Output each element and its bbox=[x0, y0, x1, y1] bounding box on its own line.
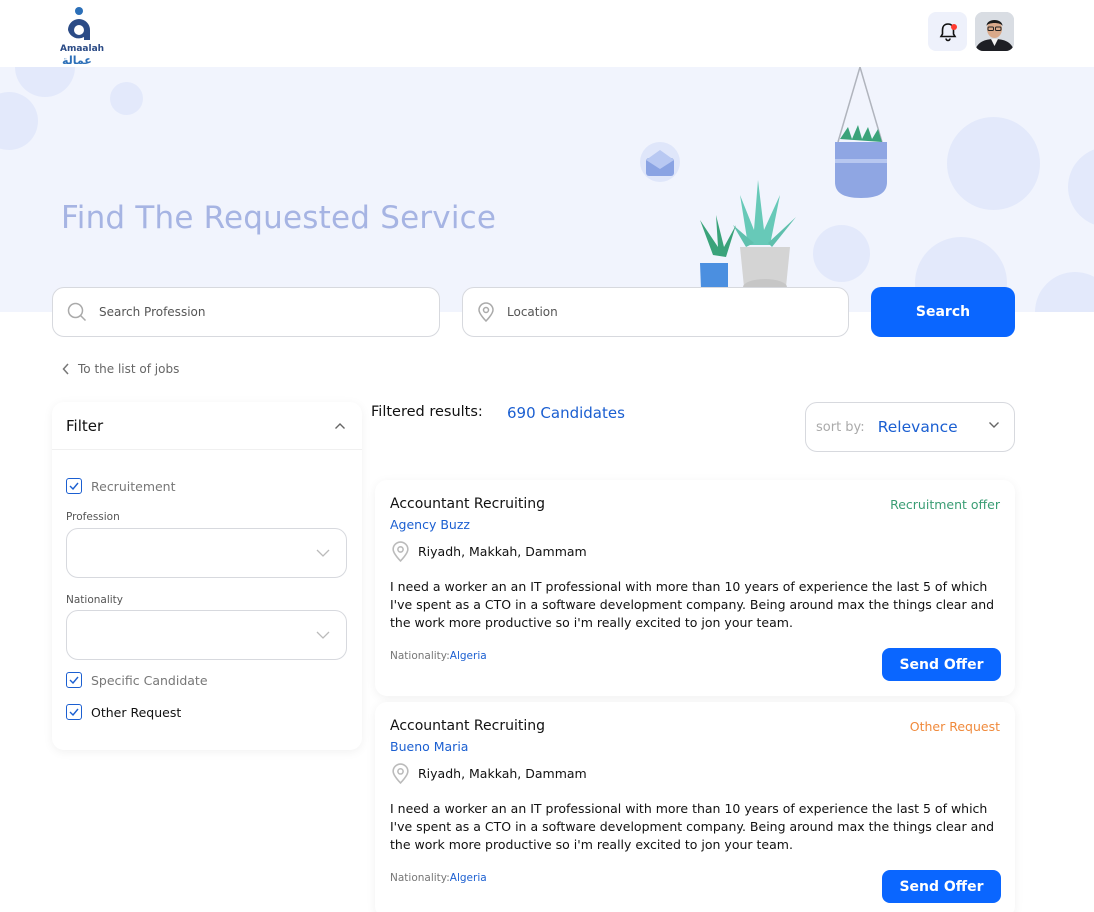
logo-arabic: عمالة bbox=[62, 54, 92, 67]
decor-circle bbox=[1068, 147, 1094, 227]
job-title: Accountant Recruiting bbox=[390, 496, 545, 512]
nationality-info: Nationality:Algeria bbox=[390, 650, 487, 662]
job-location: Riyadh, Makkah, Dammam bbox=[391, 541, 587, 562]
job-title: Accountant Recruiting bbox=[390, 718, 545, 734]
job-description: I need a worker an an IT professional wi… bbox=[390, 801, 995, 852]
envelope-decor-icon bbox=[640, 142, 680, 182]
decor-circle bbox=[947, 117, 1040, 210]
hanging-plant-icon bbox=[835, 67, 887, 198]
location-text: Riyadh, Makkah, Dammam bbox=[418, 766, 587, 781]
recruitment-label: Recruitement bbox=[91, 478, 176, 494]
nationality-value: Algeria bbox=[449, 872, 487, 884]
job-location: Riyadh, Makkah, Dammam bbox=[391, 763, 587, 784]
other-request-label: Other Request bbox=[91, 704, 182, 720]
top-bar: Amaalah عمالة bbox=[0, 0, 1094, 67]
chevron-down-icon bbox=[989, 422, 999, 428]
user-avatar[interactable] bbox=[975, 12, 1014, 51]
notifications-button[interactable] bbox=[928, 12, 967, 51]
avatar-image bbox=[975, 12, 1014, 51]
location-search-input[interactable] bbox=[507, 305, 807, 319]
request-type-badge: Recruitment offer bbox=[890, 497, 1000, 512]
chevron-down-icon bbox=[316, 549, 330, 557]
search-icon bbox=[67, 302, 87, 322]
decor-circle bbox=[0, 92, 38, 150]
sort-label: sort by: bbox=[816, 419, 865, 435]
recruitment-checkbox[interactable] bbox=[66, 478, 82, 494]
decor-circle bbox=[15, 67, 75, 97]
decor-circle bbox=[813, 225, 870, 282]
recruitment-checkbox-row[interactable]: Recruitement bbox=[66, 478, 176, 494]
page-title: Find The Requested Service bbox=[61, 200, 497, 236]
filter-title: Filter bbox=[66, 416, 104, 435]
nationality-select[interactable] bbox=[66, 610, 347, 660]
logo-mark-icon bbox=[68, 7, 90, 40]
nationality-label: Nationality: bbox=[390, 650, 450, 662]
search-button[interactable]: Search bbox=[871, 287, 1015, 337]
filter-header[interactable]: Filter bbox=[52, 402, 362, 450]
nationality-label: Nationality bbox=[66, 594, 124, 606]
job-card[interactable]: Accountant Recruiting Agency Buzz Recrui… bbox=[375, 480, 1015, 696]
results-label: Filtered results: bbox=[371, 404, 483, 420]
specific-candidate-checkbox[interactable] bbox=[66, 672, 82, 688]
sort-dropdown[interactable]: sort by: Relevance bbox=[805, 402, 1015, 452]
location-search-box[interactable] bbox=[462, 287, 849, 337]
notification-dot bbox=[951, 24, 957, 30]
amaalah-logo[interactable]: Amaalah عمالة bbox=[58, 6, 105, 67]
location-pin-icon bbox=[392, 541, 409, 562]
filter-panel: Filter Recruitement Profession Nationali… bbox=[52, 402, 362, 750]
request-type-badge: Other Request bbox=[909, 719, 1000, 734]
decor-circle bbox=[1035, 272, 1094, 312]
job-card[interactable]: Accountant Recruiting Bueno Maria Other … bbox=[375, 702, 1015, 912]
check-icon bbox=[69, 482, 79, 490]
back-to-jobs-link[interactable]: To the list of jobs bbox=[62, 362, 179, 376]
hero-banner: Find The Requested Service bbox=[0, 67, 1094, 312]
send-offer-button[interactable]: Send Offer bbox=[882, 870, 1001, 903]
specific-candidate-label: Specific Candidate bbox=[91, 672, 208, 688]
profession-select[interactable] bbox=[66, 528, 347, 578]
check-icon bbox=[69, 708, 79, 716]
nationality-info: Nationality:Algeria bbox=[390, 872, 487, 884]
job-description: I need a worker an an IT professional wi… bbox=[390, 579, 995, 630]
nationality-value: Algeria bbox=[449, 650, 487, 662]
profession-label: Profession bbox=[66, 511, 120, 523]
logo-word: Amaalah bbox=[60, 44, 105, 54]
chevron-left-icon bbox=[62, 363, 69, 375]
back-link-label: To the list of jobs bbox=[78, 362, 180, 376]
company-link[interactable]: Bueno Maria bbox=[390, 739, 468, 754]
other-request-checkbox-row[interactable]: Other Request bbox=[66, 704, 181, 720]
specific-candidate-checkbox-row[interactable]: Specific Candidate bbox=[66, 672, 208, 688]
decor-circle bbox=[110, 82, 143, 115]
profession-search-input[interactable] bbox=[99, 305, 399, 319]
location-pin-icon bbox=[392, 763, 409, 784]
results-count: 690 Candidates bbox=[507, 404, 625, 422]
nationality-label: Nationality: bbox=[390, 872, 450, 884]
sort-value: Relevance bbox=[877, 418, 958, 436]
check-icon bbox=[69, 676, 79, 684]
chevron-up-icon[interactable] bbox=[334, 422, 346, 430]
other-request-checkbox[interactable] bbox=[66, 704, 82, 720]
chevron-down-icon bbox=[316, 631, 330, 639]
location-pin-icon bbox=[478, 302, 494, 322]
company-link[interactable]: Agency Buzz bbox=[390, 517, 470, 532]
send-offer-button[interactable]: Send Offer bbox=[882, 648, 1001, 681]
profession-search-box[interactable] bbox=[52, 287, 440, 337]
location-text: Riyadh, Makkah, Dammam bbox=[418, 544, 587, 559]
